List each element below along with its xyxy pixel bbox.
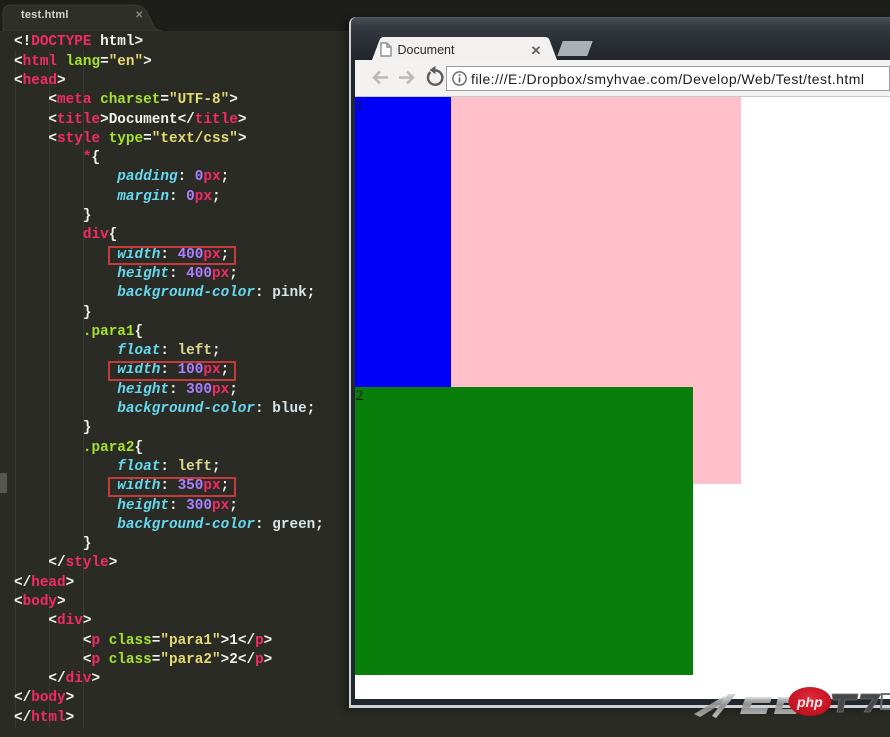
svg-text:php: php <box>796 694 823 710</box>
